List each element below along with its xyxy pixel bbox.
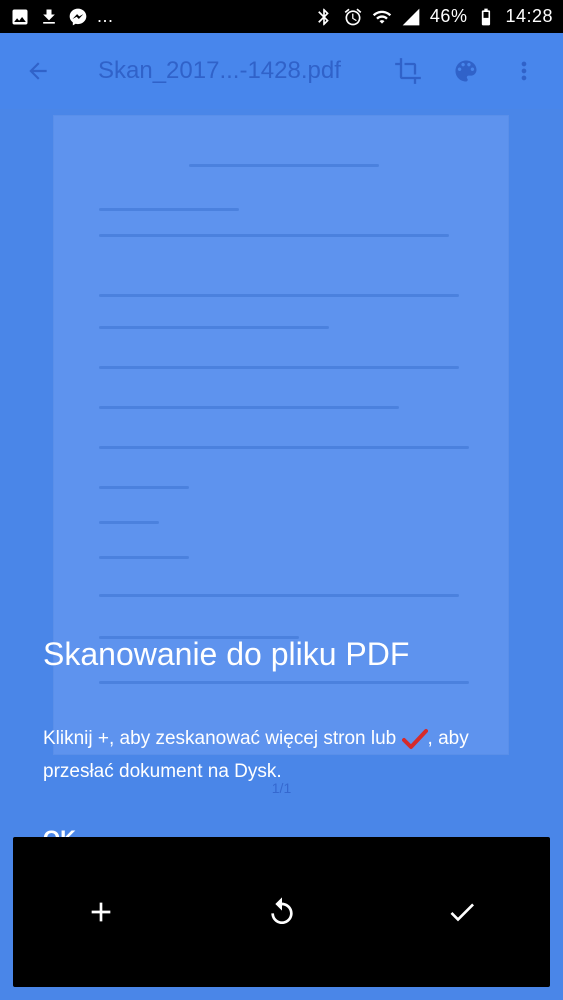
status-bar-left: ... — [10, 6, 114, 27]
palette-icon — [455, 60, 477, 82]
bluetooth-icon — [314, 7, 334, 27]
battery-icon — [476, 7, 496, 27]
crop-button[interactable] — [385, 48, 431, 94]
status-bar-right: 46% 14:28 — [314, 6, 553, 27]
image-icon — [10, 7, 30, 27]
confirm-upload-button[interactable] — [432, 882, 492, 942]
more-options-button[interactable] — [501, 48, 547, 94]
more-vert-icon — [521, 61, 527, 81]
check-icon — [401, 728, 428, 750]
status-bar: ... 46% 14:28 — [0, 0, 563, 33]
messenger-icon — [68, 7, 88, 27]
clock: 14:28 — [505, 6, 553, 26]
preview-text-line — [99, 294, 459, 297]
add-page-button[interactable] — [71, 882, 131, 942]
crop-icon — [395, 58, 421, 84]
download-icon — [39, 7, 59, 27]
wifi-icon — [372, 7, 392, 27]
preview-text-line — [99, 486, 189, 489]
arrow-back-icon — [29, 62, 47, 80]
preview-text-line — [99, 208, 239, 211]
battery-percentage: 46% — [429, 6, 468, 26]
preview-text-line — [99, 556, 189, 559]
alarm-icon — [343, 7, 363, 27]
preview-text-line — [99, 326, 329, 329]
preview-text-line — [99, 521, 159, 524]
document-title: Skan_2017...-1428.pdf — [98, 57, 341, 84]
preview-text-line — [99, 594, 459, 597]
color-filter-button[interactable] — [443, 48, 489, 94]
scan-action-bar — [13, 837, 550, 987]
preview-text-line — [99, 366, 459, 369]
refresh-icon — [270, 897, 293, 924]
preview-text-line — [99, 681, 469, 684]
preview-text-line — [99, 446, 469, 449]
signal-icon — [401, 7, 421, 27]
preview-text-line — [99, 406, 399, 409]
preview-text-line — [99, 234, 449, 237]
preview-text-line — [189, 164, 379, 167]
more-notifications-text: ... — [97, 6, 114, 26]
tutorial-body-text-start: Kliknij +, aby zeskanować więcej stron l… — [43, 728, 402, 749]
tutorial-body: Kliknij +, aby zeskanować więcej stron l… — [43, 722, 523, 788]
tutorial-title: Skanowanie do pliku PDF — [43, 636, 410, 672]
back-button[interactable] — [16, 49, 60, 93]
app-bar: Skan_2017...-1428.pdf — [0, 33, 563, 109]
checkmark-icon — [450, 903, 474, 922]
rescan-button[interactable] — [252, 882, 312, 942]
plus-icon — [91, 902, 111, 922]
